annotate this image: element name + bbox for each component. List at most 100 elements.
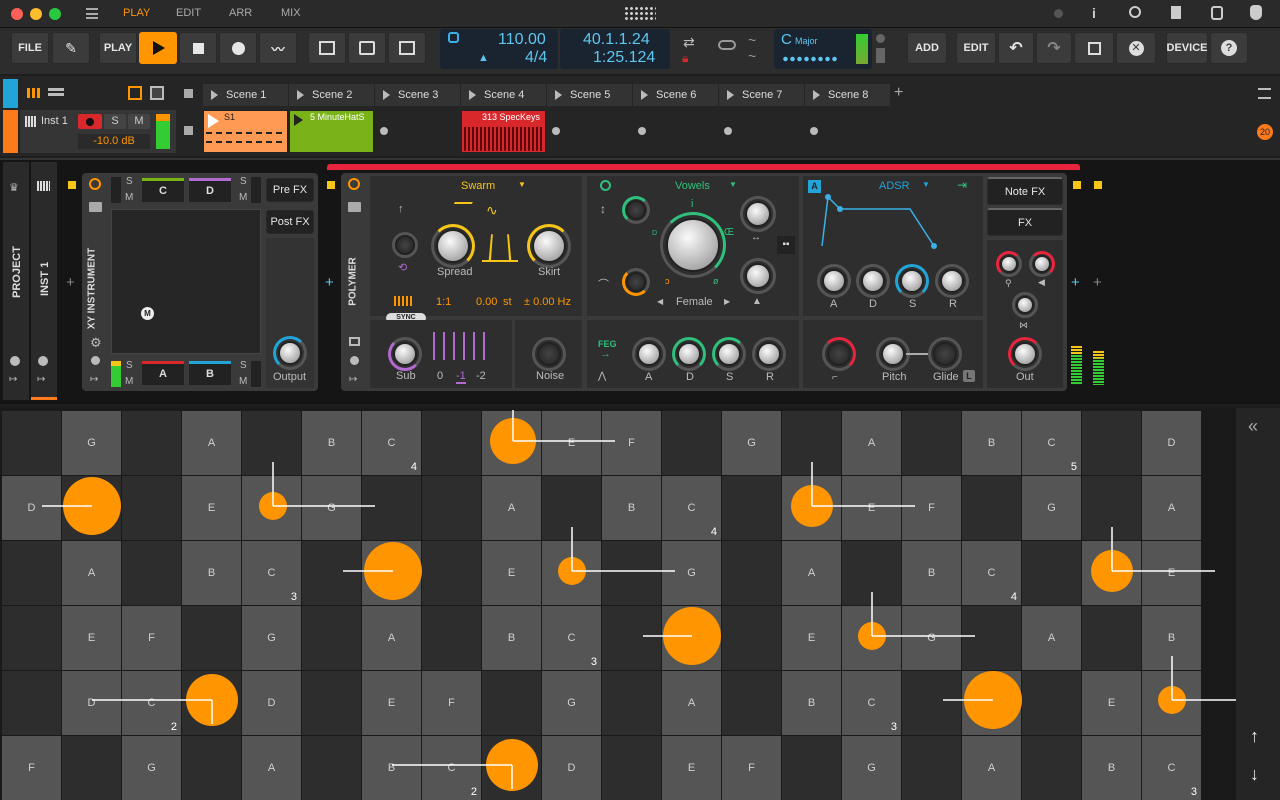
routing-icon[interactable]: ↦	[37, 374, 45, 385]
scene-5[interactable]: Scene 5	[547, 84, 632, 106]
clock-icon[interactable]	[91, 356, 100, 365]
clock-icon[interactable]	[38, 356, 48, 366]
list-view-icon[interactable]	[48, 88, 64, 98]
velocity-knob[interactable]	[827, 342, 851, 366]
scene-8[interactable]: Scene 8	[805, 84, 890, 106]
hamburger-menu-icon[interactable]	[86, 8, 98, 19]
osc-type[interactable]: Swarm	[461, 180, 495, 192]
env-dropdown-icon[interactable]: ▼	[922, 180, 930, 189]
clip-view-icon[interactable]	[27, 88, 41, 98]
slot-d[interactable]: D	[189, 178, 231, 202]
legato-badge[interactable]: L	[963, 370, 975, 382]
delete-button[interactable]: ✕	[1116, 32, 1156, 64]
edit-pen-button[interactable]: ✎	[52, 32, 90, 64]
clock-icon[interactable]	[350, 356, 359, 365]
filter-type[interactable]: Vowels	[675, 180, 710, 192]
tempo-value[interactable]: 110.00	[498, 31, 546, 49]
ratio-value[interactable]: 1:1	[436, 296, 451, 308]
stop-all-button[interactable]	[184, 89, 193, 98]
play-button[interactable]	[139, 32, 177, 64]
launcher-menu-icon[interactable]	[1258, 88, 1271, 99]
record-button[interactable]	[219, 32, 257, 64]
semitone-value[interactable]: 0.00	[476, 296, 497, 308]
vowel-voice[interactable]: Female	[676, 296, 713, 308]
scene-launch-icon[interactable]	[297, 90, 304, 100]
spread-out-knob[interactable]	[1016, 296, 1034, 314]
pitch-knob[interactable]	[881, 342, 905, 366]
post-fx-button[interactable]: Post FX	[266, 210, 314, 234]
env-a-badge[interactable]: A	[808, 180, 821, 193]
slot-a-mute[interactable]: M	[125, 376, 133, 387]
random-icon[interactable]: ⟲	[398, 261, 407, 274]
up-down-icon[interactable]: ↕	[600, 202, 606, 216]
folder-icon[interactable]	[348, 202, 361, 212]
xy-pad[interactable]	[111, 209, 261, 354]
envelope-graph[interactable]	[812, 194, 942, 250]
slot-a-solo[interactable]: S	[126, 360, 133, 371]
device-button[interactable]: DEVICE	[1166, 32, 1208, 64]
routing-icon[interactable]: ↦	[90, 374, 98, 385]
slot-c-solo[interactable]: S	[126, 176, 133, 187]
insert-device-button[interactable]: +	[1071, 274, 1080, 291]
loop-toggle-icon[interactable]	[718, 40, 736, 50]
collapse-icon[interactable]: «	[1248, 416, 1258, 437]
track-volume[interactable]: -10.0 dB	[78, 134, 150, 149]
slot-b[interactable]: B	[189, 361, 231, 385]
tab-edit[interactable]: EDIT	[176, 7, 201, 19]
notification-badge[interactable]: 20	[1257, 124, 1273, 140]
octave-down-button[interactable]: ↓	[1250, 764, 1259, 785]
play-menu-button[interactable]: PLAY	[99, 32, 137, 64]
slot-d-mute[interactable]: M	[239, 192, 247, 203]
feg-a-knob[interactable]	[637, 342, 661, 366]
gear-icon[interactable]: ⚙	[90, 335, 102, 351]
output-knob[interactable]	[278, 341, 302, 365]
info-icon[interactable]: i	[1092, 5, 1096, 21]
width-knob[interactable]	[1033, 255, 1051, 273]
scene-4[interactable]: Scene 4	[461, 84, 546, 106]
link-icon[interactable]	[150, 86, 164, 100]
track-record-button[interactable]	[78, 114, 102, 129]
clock-icon[interactable]	[10, 356, 20, 366]
hand-icon[interactable]	[1250, 5, 1262, 20]
scale-value[interactable]: Major	[795, 36, 818, 46]
detune-knob[interactable]	[395, 235, 415, 255]
position-value[interactable]: 40.1.1.24	[583, 31, 650, 49]
undo-button[interactable]: ↶	[998, 32, 1034, 64]
search-icon[interactable]	[1129, 6, 1141, 18]
feg-s-knob[interactable]	[717, 342, 741, 366]
pre-fx-button[interactable]: Pre FX	[266, 178, 314, 202]
add-button[interactable]: ADD	[907, 32, 947, 64]
clip-empty-5[interactable]	[552, 127, 560, 135]
routing-icon[interactable]: ↦	[9, 374, 17, 385]
env-s-knob[interactable]	[900, 269, 924, 293]
oct-minus2[interactable]: -2	[476, 370, 486, 382]
slot-b-mute[interactable]: M	[239, 376, 247, 387]
automation-button[interactable]: 〰	[259, 32, 297, 64]
next-vowel-icon[interactable]: ▶	[724, 297, 730, 306]
insert-device-button[interactable]: +	[325, 274, 334, 291]
help-button[interactable]: ?	[1210, 32, 1248, 64]
glide-knob[interactable]	[933, 342, 957, 366]
env-a-knob[interactable]	[822, 269, 846, 293]
filter-dropdown-icon[interactable]: ▼	[729, 180, 737, 189]
scene-6[interactable]: Scene 6	[633, 84, 718, 106]
tab-mix[interactable]: MIX	[281, 7, 301, 19]
scene-3[interactable]: Scene 3	[375, 84, 460, 106]
clip-empty-3[interactable]	[380, 127, 388, 135]
resize-icon[interactable]	[128, 86, 142, 100]
fx-button[interactable]: FX	[987, 208, 1063, 236]
power-icon[interactable]	[89, 178, 101, 190]
clip-2[interactable]: 5 MinuteHatS	[289, 110, 374, 153]
vowel-knob[interactable]	[666, 218, 720, 272]
track-stop-button[interactable]	[184, 126, 193, 135]
feg-d-knob[interactable]	[677, 342, 701, 366]
routing-icon[interactable]: ↦	[349, 374, 357, 385]
groove-icon[interactable]: ~ ~	[748, 32, 756, 64]
insert-device-button[interactable]: +	[66, 274, 75, 291]
scene-launch-icon[interactable]	[727, 90, 734, 100]
clip-empty-6[interactable]	[638, 127, 646, 135]
scene-launch-icon[interactable]	[555, 90, 562, 100]
duplicate-button[interactable]	[1074, 32, 1114, 64]
window-icon[interactable]	[349, 337, 360, 346]
filter-power-icon[interactable]	[600, 180, 611, 191]
